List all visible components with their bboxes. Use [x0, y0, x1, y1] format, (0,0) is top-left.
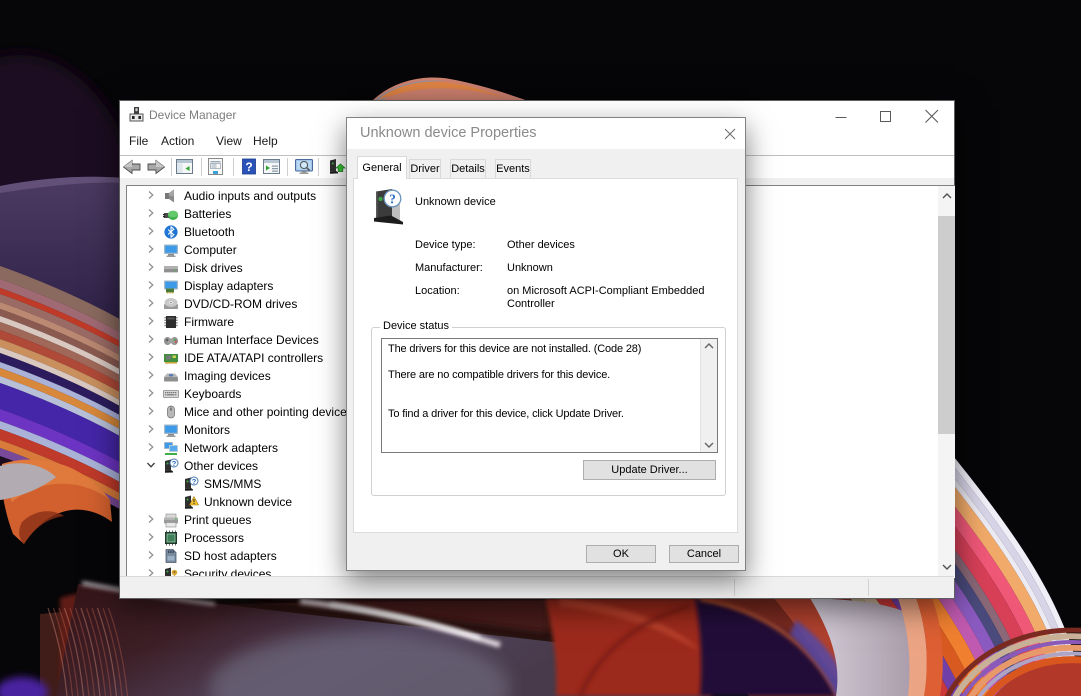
svg-text:?: ?: [172, 459, 177, 468]
svg-text:?: ?: [389, 191, 396, 206]
svg-text:?: ?: [245, 160, 252, 174]
svg-text:?: ?: [192, 477, 197, 486]
